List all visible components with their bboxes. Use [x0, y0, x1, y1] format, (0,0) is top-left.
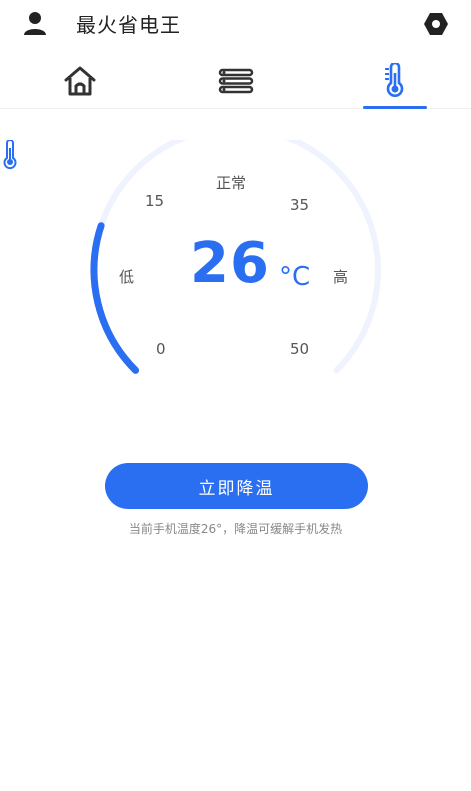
temperature-value: 26: [190, 231, 270, 296]
tab-temperature[interactable]: [364, 56, 424, 106]
temperature-unit: °C: [279, 262, 311, 292]
gear-icon[interactable]: [423, 12, 449, 36]
thermometer-icon: [3, 140, 17, 170]
temperature-gauge: 正常 15 35 低 高 0 50 26 °C: [0, 140, 471, 380]
gauge-status-label: 正常: [216, 174, 247, 192]
cool-down-button[interactable]: 立即降温: [105, 463, 368, 509]
gauge-low-label: 低: [119, 268, 135, 286]
tab-list[interactable]: [206, 56, 266, 106]
active-tab-indicator: [363, 106, 427, 109]
temperature-hint: 当前手机温度26°，降温可缓解手机发热: [128, 522, 343, 536]
app-title: 最火省电王: [76, 13, 181, 37]
gauge-tick-50: 50: [290, 340, 310, 358]
user-icon[interactable]: [22, 10, 48, 36]
home-icon: [64, 66, 96, 96]
gauge-high-label: 高: [333, 268, 349, 286]
gauge-tick-0: 0: [156, 340, 166, 358]
tab-home[interactable]: [50, 56, 110, 106]
list-icon: [218, 68, 254, 94]
tab-bar: [0, 56, 471, 109]
top-bar: 最火省电王: [0, 0, 471, 52]
gauge-tick-35: 35: [290, 196, 310, 214]
gauge-tick-15: 15: [145, 192, 165, 210]
thermometer-icon: [385, 63, 404, 97]
